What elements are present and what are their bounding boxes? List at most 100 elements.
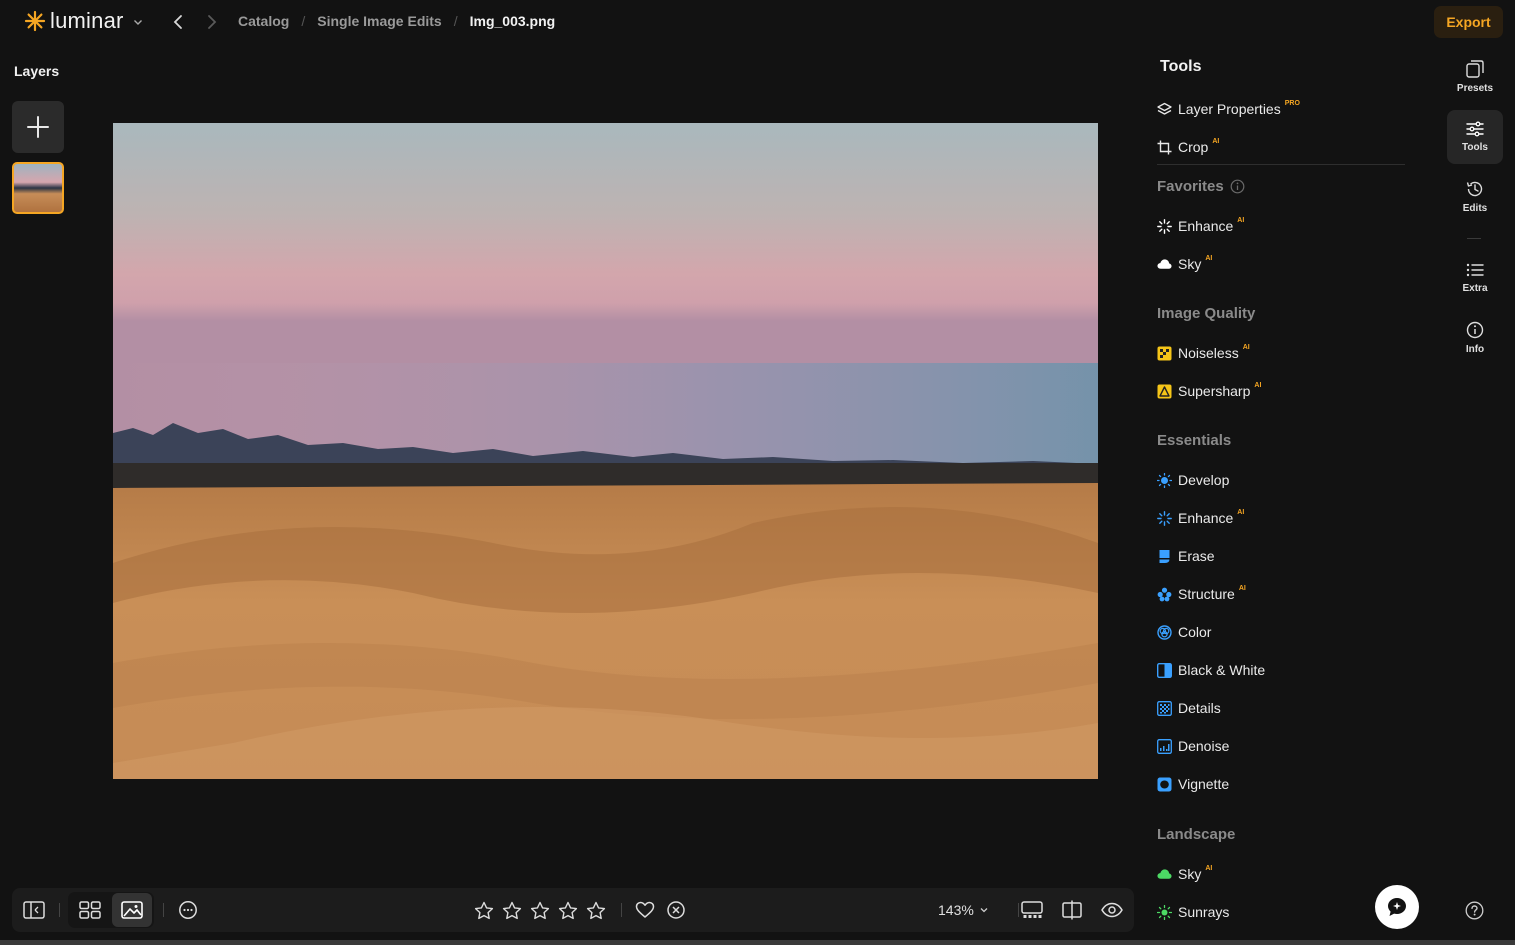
tool-favorites-enhance[interactable]: Enhance AI bbox=[1157, 215, 1244, 237]
toggle-sidebar-icon[interactable] bbox=[22, 898, 46, 922]
star-icon[interactable] bbox=[500, 898, 524, 922]
breadcrumb: Catalog / Single Image Edits / Img_003.p… bbox=[238, 13, 555, 29]
tool-label: Supersharp bbox=[1178, 383, 1251, 399]
rail-info[interactable]: Info bbox=[1447, 311, 1503, 365]
ai-badge: AI bbox=[1254, 381, 1262, 389]
export-button[interactable]: Export bbox=[1434, 6, 1503, 38]
tool-label: Denoise bbox=[1178, 738, 1230, 754]
bottom-toolbar: 143% bbox=[12, 888, 1134, 932]
back-arrow-icon[interactable] bbox=[170, 12, 188, 32]
layer-thumbnail[interactable] bbox=[12, 162, 64, 214]
vignette-icon bbox=[1157, 777, 1172, 792]
tool-erase[interactable]: Erase bbox=[1157, 545, 1215, 567]
star-icon[interactable] bbox=[528, 898, 552, 922]
top-bar: luminar Catalog / Single Image Edits / I… bbox=[0, 0, 1515, 46]
tools-panel-title: Tools bbox=[1160, 58, 1202, 75]
rail-label: Extra bbox=[1462, 283, 1488, 294]
tool-layer-properties[interactable]: Layer Properties PRO bbox=[1157, 98, 1300, 120]
app-logo[interactable]: luminar bbox=[24, 8, 144, 34]
tool-landscape-sky[interactable]: Sky AI bbox=[1157, 863, 1212, 885]
erase-icon bbox=[1157, 549, 1172, 564]
more-options-icon[interactable] bbox=[176, 898, 200, 922]
color-icon bbox=[1157, 624, 1172, 640]
sunrays-icon bbox=[1157, 904, 1172, 920]
photo-canvas[interactable] bbox=[113, 123, 1098, 779]
star-icon[interactable] bbox=[556, 898, 580, 922]
tool-label: Noiseless bbox=[1178, 345, 1239, 361]
single-image-view-icon[interactable] bbox=[120, 898, 144, 922]
details-icon bbox=[1157, 700, 1172, 716]
chevron-down-icon bbox=[980, 908, 988, 913]
section-title: Favorites bbox=[1157, 178, 1224, 195]
section-title: Image Quality bbox=[1157, 305, 1256, 322]
tool-label: Sky bbox=[1178, 256, 1202, 272]
chat-bubble-icon bbox=[1388, 898, 1406, 916]
rail-divider bbox=[1467, 238, 1481, 239]
tool-sunrays[interactable]: Sunrays bbox=[1157, 901, 1229, 923]
breadcrumb-album[interactable]: Single Image Edits bbox=[317, 13, 441, 29]
add-layer-button[interactable] bbox=[12, 101, 64, 153]
zoom-control[interactable]: 143% bbox=[938, 902, 989, 918]
black-white-icon bbox=[1157, 662, 1172, 678]
star-icon[interactable] bbox=[584, 898, 608, 922]
enhance-icon bbox=[1157, 218, 1172, 234]
filmstrip-icon[interactable] bbox=[1020, 898, 1044, 922]
tool-label: Vignette bbox=[1178, 776, 1230, 792]
help-icon[interactable] bbox=[1465, 901, 1484, 920]
tool-color[interactable]: Color bbox=[1157, 621, 1211, 643]
grid-view-icon[interactable] bbox=[78, 898, 102, 922]
zoom-level: 143% bbox=[938, 902, 974, 918]
sliders-icon bbox=[1466, 121, 1484, 137]
star-icon[interactable] bbox=[472, 898, 496, 922]
heart-icon[interactable] bbox=[633, 898, 657, 922]
tool-develop[interactable]: Develop bbox=[1157, 469, 1229, 491]
tool-favorites-sky[interactable]: Sky AI bbox=[1157, 253, 1212, 275]
tool-essentials-enhance[interactable]: Enhance AI bbox=[1157, 507, 1244, 529]
info-icon bbox=[1466, 321, 1484, 339]
tool-crop[interactable]: Crop AI bbox=[1157, 136, 1219, 158]
cloud-icon bbox=[1157, 257, 1172, 272]
tool-label: Enhance bbox=[1178, 510, 1234, 526]
tool-vignette[interactable]: Vignette bbox=[1157, 773, 1229, 795]
enhance-icon bbox=[1157, 510, 1172, 526]
section-image-quality: Image Quality bbox=[1157, 305, 1255, 322]
toolbar-divider bbox=[621, 903, 622, 917]
forward-arrow-icon[interactable] bbox=[202, 12, 220, 32]
rail-tools[interactable]: Tools bbox=[1447, 110, 1503, 164]
ai-badge: AI bbox=[1205, 254, 1213, 262]
tool-label: Color bbox=[1178, 624, 1212, 640]
plus-icon bbox=[27, 116, 49, 138]
window-bottom-edge bbox=[0, 940, 1515, 945]
toolbar-divider bbox=[163, 903, 164, 917]
history-icon bbox=[1466, 181, 1483, 197]
chevron-down-icon bbox=[133, 20, 142, 25]
tool-label: Develop bbox=[1178, 472, 1230, 488]
tool-noiseless[interactable]: Noiseless AI bbox=[1157, 342, 1250, 364]
tool-label: Sky bbox=[1178, 866, 1202, 882]
tool-label: Crop bbox=[1178, 139, 1209, 155]
noiseless-icon bbox=[1157, 346, 1172, 361]
reject-icon[interactable] bbox=[664, 898, 688, 922]
crop-icon bbox=[1157, 140, 1172, 155]
rail-edits[interactable]: Edits bbox=[1447, 170, 1503, 224]
layers-title: Layers bbox=[14, 63, 60, 79]
info-icon[interactable] bbox=[1230, 179, 1245, 194]
eye-icon[interactable] bbox=[1100, 898, 1124, 922]
rail-extra[interactable]: Extra bbox=[1447, 251, 1503, 305]
tools-divider bbox=[1157, 164, 1405, 165]
tool-structure[interactable]: Structure AI bbox=[1157, 583, 1246, 605]
cloud-icon bbox=[1157, 867, 1172, 882]
ai-badge: AI bbox=[1238, 584, 1246, 592]
tool-details[interactable]: Details bbox=[1157, 697, 1221, 719]
tool-supersharp[interactable]: Supersharp AI bbox=[1157, 380, 1261, 402]
ai-badge: AI bbox=[1237, 508, 1245, 516]
assistant-chat-button[interactable] bbox=[1375, 885, 1419, 929]
tool-black-white[interactable]: Black & White bbox=[1157, 659, 1265, 681]
compare-icon[interactable] bbox=[1060, 898, 1084, 922]
rail-label: Presets bbox=[1456, 83, 1494, 94]
rail-presets[interactable]: Presets bbox=[1447, 50, 1503, 104]
layers-icon bbox=[1157, 102, 1172, 117]
section-essentials: Essentials bbox=[1157, 432, 1231, 449]
tool-denoise[interactable]: Denoise bbox=[1157, 735, 1229, 757]
breadcrumb-catalog[interactable]: Catalog bbox=[238, 13, 289, 29]
